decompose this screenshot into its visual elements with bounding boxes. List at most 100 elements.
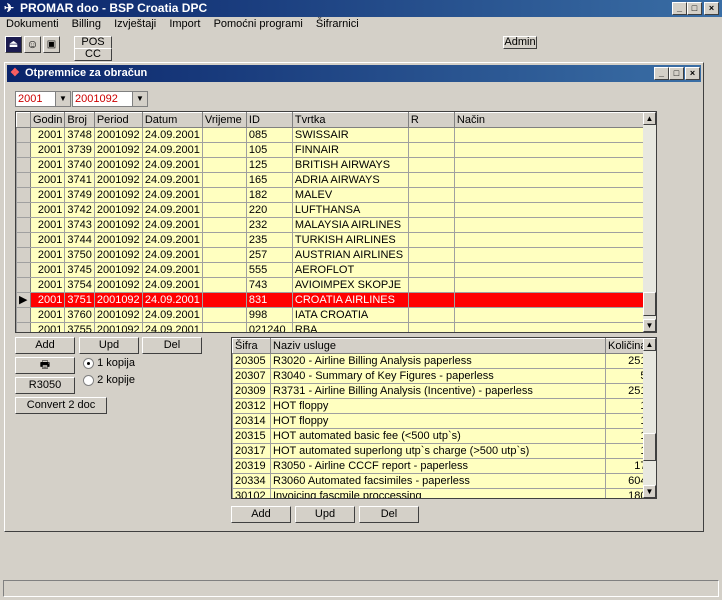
cell-broj[interactable]: 3754 xyxy=(64,277,95,293)
table-row[interactable]: 20312HOT floppy1 xyxy=(232,398,650,414)
table-row[interactable]: 2001 3739 2001092 24.09.2001 105 FINNAIR xyxy=(16,142,655,158)
cell-vrijeme[interactable] xyxy=(201,217,247,233)
row-indicator[interactable] xyxy=(16,262,31,278)
del-button[interactable]: Del xyxy=(142,337,202,354)
row-indicator[interactable] xyxy=(16,157,31,173)
cell-r[interactable] xyxy=(407,307,455,323)
top-grid-scrollbar[interactable]: ▲ ▼ xyxy=(643,112,656,332)
cell-vrijeme[interactable] xyxy=(201,292,247,308)
cell-nacin[interactable] xyxy=(453,202,655,218)
cell-godina[interactable]: 2001 xyxy=(29,127,66,143)
table-row[interactable]: 20319 R3050 - Airline CCCF report - paper… xyxy=(232,458,650,474)
cell-vrijeme[interactable] xyxy=(201,307,247,323)
cell-datum[interactable]: 24.09.2001 xyxy=(141,187,203,203)
menu-import[interactable]: Import xyxy=(169,18,200,30)
cell-vrijeme[interactable] xyxy=(201,262,247,278)
cell-r[interactable] xyxy=(407,232,455,248)
col-datum[interactable]: Datum xyxy=(141,112,203,128)
table-row[interactable]: 20307 R3040 - Summary of Key Figures - pa… xyxy=(232,368,650,384)
cell-sifra[interactable]: 30102 xyxy=(232,488,271,498)
row-indicator[interactable] xyxy=(16,172,31,188)
chevron-down-icon[interactable]: ▼ xyxy=(132,92,147,106)
cell-broj[interactable]: 3743 xyxy=(64,217,95,233)
cell-nacin[interactable] xyxy=(453,142,655,158)
row-indicator[interactable] xyxy=(16,142,31,158)
cell-nacin[interactable] xyxy=(453,262,655,278)
cell-id[interactable]: 743 xyxy=(245,277,293,293)
cell-nacin[interactable] xyxy=(453,172,655,188)
cell-r[interactable] xyxy=(407,172,455,188)
cell-datum[interactable]: 24.09.2001 xyxy=(141,142,203,158)
cell-r[interactable] xyxy=(407,157,455,173)
cell-nacin[interactable] xyxy=(453,292,655,308)
child-maximize-button[interactable]: □ xyxy=(669,67,684,80)
cell-naziv-usluge[interactable]: HOT automated superlong utp`s charge (>5… xyxy=(270,443,606,459)
table-row[interactable]: 2001 3744 2001092 24.09.2001 235 TURKISH AIRL… xyxy=(16,232,655,248)
cell-period[interactable]: 2001092 xyxy=(93,307,143,323)
table-row[interactable]: 2001 3741 2001092 24.09.2001 165 ADRIA AIRWAY… xyxy=(16,172,655,188)
cell-nacin[interactable] xyxy=(453,277,655,293)
col-naziv-usluge[interactable]: Naziv usluge xyxy=(270,338,606,354)
menu-billing[interactable]: Billing xyxy=(72,18,101,30)
cell-broj[interactable]: 3750 xyxy=(64,247,95,263)
exit-icon[interactable]: ⏏ xyxy=(5,36,22,53)
table-row[interactable]: 2001 3755 2001092 24.09.2001 021240 RBA xyxy=(16,322,655,332)
menu-pomocni-programi[interactable]: Pomoćni programi xyxy=(214,18,303,30)
usluge-grid[interactable]: Šifra Naziv usluge Količina 20305 R3020 -… xyxy=(231,337,657,499)
cell-id[interactable]: 232 xyxy=(245,217,293,233)
cell-tvrtka[interactable]: TURKISH AIRLINES xyxy=(291,232,409,248)
scroll-down-icon[interactable]: ▼ xyxy=(643,319,656,332)
cell-vrijeme[interactable] xyxy=(201,172,247,188)
cell-r[interactable] xyxy=(407,127,455,143)
cell-id[interactable]: 165 xyxy=(245,172,293,188)
print-button[interactable]: 🖶 xyxy=(15,357,75,374)
radio-1-kopija[interactable]: 1 kopija xyxy=(83,357,135,369)
table-row[interactable]: 2001 3748 2001092 24.09.2001 085 SWISSAIR xyxy=(16,127,655,143)
cell-sifra[interactable]: 20305 xyxy=(232,353,271,369)
cell-tvrtka[interactable]: LUFTHANSA xyxy=(291,202,409,218)
cell-vrijeme[interactable] xyxy=(201,232,247,248)
col-vrijeme[interactable]: Vrijeme xyxy=(201,112,247,128)
menu-sifrarnici[interactable]: Šifrarnici xyxy=(316,18,359,30)
row-indicator[interactable] xyxy=(16,322,31,332)
cell-naziv-usluge[interactable]: R3050 - Airline CCCF report - paperless xyxy=(270,458,606,474)
cell-godina[interactable]: 2001 xyxy=(29,247,66,263)
cell-datum[interactable]: 24.09.2001 xyxy=(141,247,203,263)
cell-sifra[interactable]: 20312 xyxy=(232,398,271,414)
row-indicator[interactable] xyxy=(16,202,31,218)
cell-naziv-usluge[interactable]: HOT floppy xyxy=(270,413,606,429)
cell-nacin[interactable] xyxy=(453,127,655,143)
usluge-upd-button[interactable]: Upd xyxy=(295,506,355,523)
cell-r[interactable] xyxy=(407,202,455,218)
cell-datum[interactable]: 24.09.2001 xyxy=(141,322,203,332)
col-period[interactable]: Period xyxy=(93,112,143,128)
cell-id[interactable]: 021240 xyxy=(245,322,293,332)
cell-godina[interactable]: 2001 xyxy=(29,187,66,203)
cell-datum[interactable]: 24.09.2001 xyxy=(141,157,203,173)
cell-godina[interactable]: 2001 xyxy=(29,172,66,188)
cell-godina[interactable]: 2001 xyxy=(29,307,66,323)
cell-period[interactable]: 2001092 xyxy=(93,277,143,293)
cc-button[interactable]: CC xyxy=(74,48,112,61)
cell-naziv-usluge[interactable]: R3020 - Airline Billing Analysis paperle… xyxy=(270,353,606,369)
cell-tvrtka[interactable]: AEROFLOT xyxy=(291,262,409,278)
cell-vrijeme[interactable] xyxy=(201,322,247,332)
upd-button[interactable]: Upd xyxy=(79,337,139,354)
cell-datum[interactable]: 24.09.2001 xyxy=(141,277,203,293)
close-button[interactable]: × xyxy=(704,2,719,15)
cell-datum[interactable]: 24.09.2001 xyxy=(141,217,203,233)
row-indicator[interactable] xyxy=(16,187,31,203)
cell-broj[interactable]: 3740 xyxy=(64,157,95,173)
cell-r[interactable] xyxy=(407,247,455,263)
cell-nacin[interactable] xyxy=(453,247,655,263)
cell-tvrtka[interactable]: RBA xyxy=(291,322,409,332)
cell-tvrtka[interactable]: FINNAIR xyxy=(291,142,409,158)
table-row[interactable]: 20315 HOT automated basic fee (<500 utp`s… xyxy=(232,428,650,444)
cell-broj[interactable]: 3751 xyxy=(64,292,95,308)
cell-broj[interactable]: 3760 xyxy=(64,307,95,323)
cell-nacin[interactable] xyxy=(453,217,655,233)
cell-r[interactable] xyxy=(407,292,455,308)
scroll-up-icon[interactable]: ▲ xyxy=(643,112,656,125)
scroll-up-icon[interactable]: ▲ xyxy=(643,338,656,351)
cell-godina[interactable]: 2001 xyxy=(29,232,66,248)
